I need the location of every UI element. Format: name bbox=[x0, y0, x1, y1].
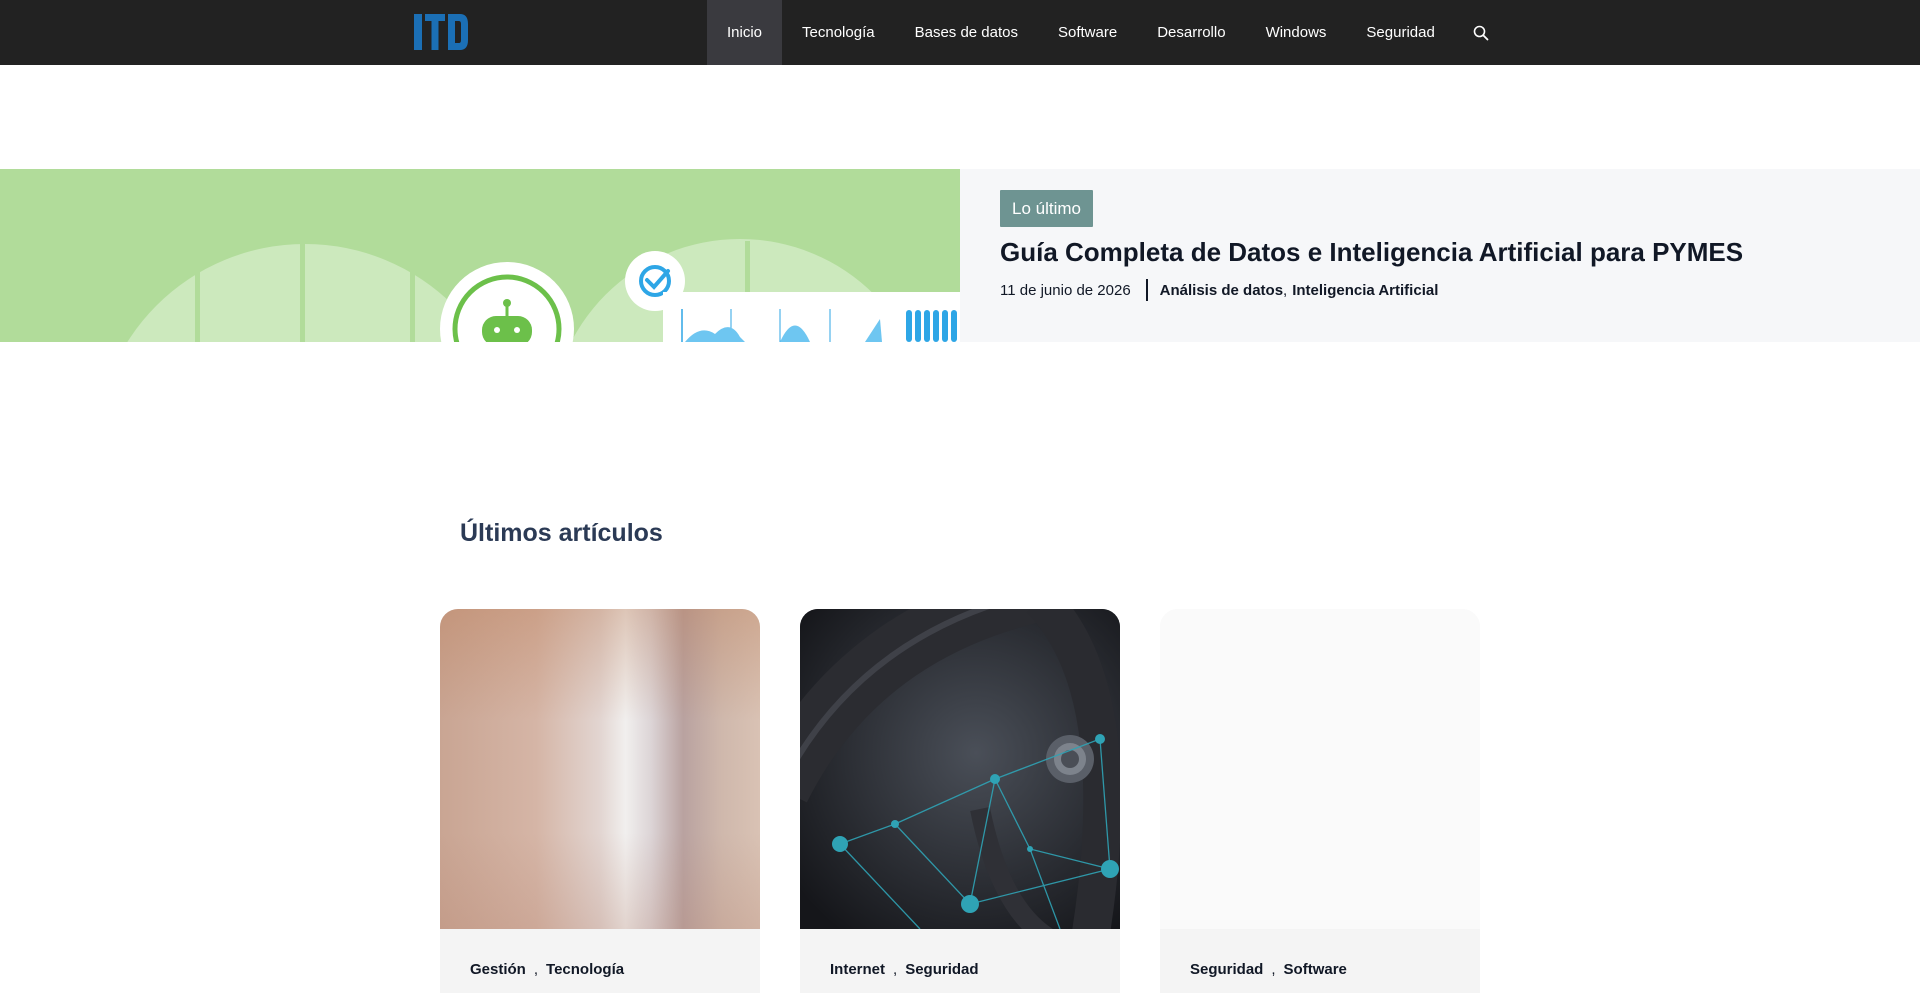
site-header: Inicio Tecnología Bases de datos Softwar… bbox=[0, 0, 1920, 65]
article-thumbnail[interactable] bbox=[800, 609, 1120, 929]
category-link[interactable]: Seguridad bbox=[1190, 961, 1263, 978]
category-link[interactable]: Gestión bbox=[470, 961, 526, 978]
post-date: 11 de junio de 2026 bbox=[1000, 281, 1131, 299]
nav-item-windows[interactable]: Windows bbox=[1246, 0, 1347, 65]
category-separator: , bbox=[893, 961, 898, 978]
nav-item-seguridad[interactable]: Seguridad bbox=[1346, 0, 1454, 65]
search-icon bbox=[1473, 25, 1489, 40]
nav-item-desarrollo[interactable]: Desarrollo bbox=[1137, 0, 1245, 65]
article-card[interactable]: Internet , Seguridad bbox=[800, 609, 1120, 993]
featured-post-image[interactable] bbox=[0, 169, 960, 342]
connected-car-illustration bbox=[800, 609, 1120, 929]
article-thumbnail[interactable] bbox=[1160, 609, 1480, 929]
category-link[interactable]: Tecnología bbox=[546, 961, 624, 978]
category-link[interactable]: Internet bbox=[830, 961, 885, 978]
featured-post-details: Lo último Guía Completa de Datos e Intel… bbox=[960, 169, 1920, 342]
category-separator: , bbox=[1283, 281, 1288, 299]
card-categories: Seguridad , Software bbox=[1190, 961, 1347, 978]
category-link[interactable]: Inteligencia Artificial bbox=[1292, 282, 1438, 299]
category-link[interactable]: Software bbox=[1284, 961, 1347, 978]
category-separator: , bbox=[533, 961, 539, 978]
category-link[interactable]: Seguridad bbox=[905, 961, 978, 978]
nav-item-bases-de-datos[interactable]: Bases de datos bbox=[895, 0, 1038, 65]
category-link[interactable]: Análisis de datos bbox=[1160, 282, 1283, 299]
nav-item-inicio[interactable]: Inicio bbox=[707, 0, 783, 65]
section-title: Últimos artículos bbox=[460, 519, 663, 547]
article-card[interactable]: Gestión , Tecnología bbox=[440, 609, 760, 993]
article-card[interactable]: Seguridad , Software bbox=[1160, 609, 1480, 993]
card-categories: Gestión , Tecnología bbox=[470, 961, 624, 978]
site-logo[interactable] bbox=[414, 12, 470, 52]
meta-divider bbox=[1145, 279, 1148, 301]
search-button[interactable] bbox=[1455, 0, 1507, 65]
featured-post-meta: 11 de junio de 2026 Análisis de datos, I… bbox=[1000, 279, 1438, 301]
main-nav: Inicio Tecnología Bases de datos Softwar… bbox=[707, 0, 1507, 65]
category-separator: , bbox=[1271, 961, 1276, 978]
ai-illustration bbox=[127, 239, 960, 342]
featured-post: Lo último Guía Completa de Datos e Intel… bbox=[0, 169, 1920, 342]
latest-badge: Lo último bbox=[1000, 190, 1093, 227]
featured-post-title[interactable]: Guía Completa de Datos e Inteligencia Ar… bbox=[1000, 237, 1743, 268]
nav-item-software[interactable]: Software bbox=[1038, 0, 1137, 65]
card-categories: Internet , Seguridad bbox=[830, 961, 979, 978]
nav-item-tecnologia[interactable]: Tecnología bbox=[782, 0, 895, 65]
article-thumbnail[interactable] bbox=[440, 609, 760, 929]
